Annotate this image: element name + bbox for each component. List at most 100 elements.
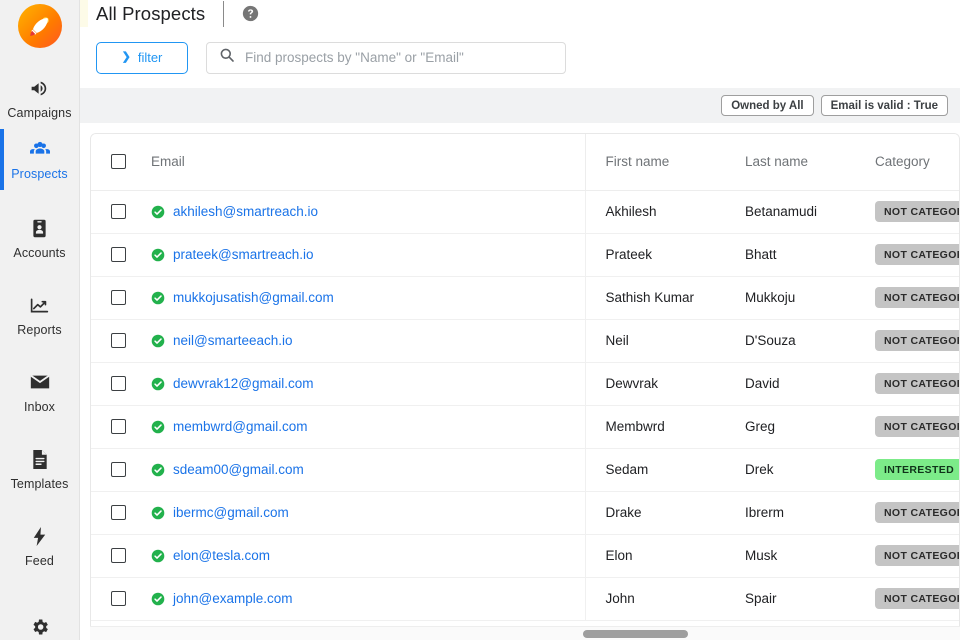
row-checkbox[interactable] [111,333,126,348]
cell-email: elon@tesla.com [149,534,585,578]
cell-category: NOT CATEGORIZED [871,405,959,449]
prospect-email-link[interactable]: neil@smarteeach.io [173,333,293,348]
sidebar-item-label: Reports [17,323,62,337]
prospect-email-link[interactable]: dewvrak12@gmail.com [173,376,314,391]
row-checkbox[interactable] [111,376,126,391]
prospect-email-link[interactable]: akhilesh@smartreach.io [173,204,318,219]
sidebar-item-settings[interactable]: Settings [0,607,79,640]
cell-first-name: Sedam [584,448,741,492]
prospect-email-link[interactable]: sdeam00@gmail.com [173,462,304,477]
sidebar-item-feed[interactable]: Feed [0,516,79,577]
table-row[interactable]: mukkojusatish@gmail.com Sathish Kumar Mukk… [91,276,959,320]
table-horizontal-scrollbar[interactable] [90,626,960,640]
table-row[interactable]: ibermc@gmail.com DrakeIbrermNOT CATEGORIZ… [91,491,959,535]
cell-category: NOT CATEGORIZED [871,190,959,234]
row-checkbox[interactable] [111,462,126,477]
sidebar-item-accounts[interactable]: Accounts [0,208,79,269]
cell-category: NOT CATEGORIZED [871,233,959,277]
row-checkbox[interactable] [111,204,126,219]
column-header-email[interactable]: Email [149,134,585,191]
table-row[interactable]: john@example.com JohnSpairNOT CATEGORIZED [91,577,959,621]
main-content: All Prospects ❯ filter Owned by All Emai… [80,0,960,640]
prospect-email-link[interactable]: prateek@smartreach.io [173,247,314,262]
table-body: akhilesh@smartreach.io Akhilesh Betanamudi… [91,190,959,621]
sidebar-item-label: Accounts [13,246,66,260]
lightning-bolt-icon [29,525,51,547]
cell-email: membwrd@gmail.com [149,405,585,449]
app-logo[interactable] [0,0,79,52]
filter-button[interactable]: ❯ filter [96,41,188,74]
cell-first-name: Elon [584,534,741,578]
cell-last-name: Drek [741,448,871,492]
cell-category: NOT CATEGORIZED [871,276,959,320]
sidebar-item-inbox[interactable]: Inbox [0,362,79,423]
table-row[interactable]: akhilesh@smartreach.io Akhilesh Betanamudi… [91,190,959,234]
column-header-last-name[interactable]: Last name [741,134,871,191]
row-checkbox[interactable] [111,591,126,606]
row-select-cell [91,534,149,578]
verified-check-icon [151,248,165,262]
row-checkbox[interactable] [111,505,126,520]
status-badge: NOT CATEGORIZED [875,244,959,265]
row-checkbox[interactable] [111,548,126,563]
column-header-first-name[interactable]: First name [584,134,741,191]
page-title: All Prospects [96,2,206,24]
help-circle-icon[interactable] [242,5,259,22]
verified-check-icon [151,592,165,606]
filter-chip-email-valid[interactable]: Email is valid : True [820,95,948,116]
row-select-cell [91,577,149,621]
table-row[interactable]: neil@smarteeach.io NeilD'SouzaNOT CATEGOR… [91,319,959,363]
cell-last-name: Greg [741,405,871,449]
rocket-logo [17,4,62,48]
row-checkbox[interactable] [111,419,126,434]
prospect-email-link[interactable]: elon@tesla.com [173,548,270,563]
search-box[interactable] [206,41,566,74]
prospect-email-link[interactable]: john@example.com [173,591,293,606]
verified-check-icon [151,549,165,563]
verified-check-icon [151,463,165,477]
chevron-right-icon: ❯ [121,51,131,63]
column-header-category[interactable]: Category [871,134,959,191]
status-badge: NOT CATEGORIZED [875,502,959,523]
prospect-email-link[interactable]: mukkojusatish@gmail.com [173,290,334,305]
filter-button-label: filter [137,50,163,65]
sidebar-item-prospects[interactable]: Prospects [0,129,79,190]
cell-first-name: Dewvrak [584,362,741,406]
status-badge: NOT CATEGORIZED [875,545,959,566]
sidebar-item-campaigns[interactable]: Campaigns [0,68,79,129]
row-select-cell [91,405,149,449]
status-badge: NOT CATEGORIZED [875,201,959,222]
cell-email: akhilesh@smartreach.io [149,190,585,234]
status-badge: NOT CATEGORIZED [875,588,959,609]
prospect-email-link[interactable]: ibermc@gmail.com [173,505,289,520]
verified-check-icon [151,377,165,391]
table-row[interactable]: prateek@smartreach.io Prateek Bhatt NOT CAT… [91,233,959,277]
prospects-table-area: Email First name Last name Category akhi… [80,123,960,640]
sidebar-item-label: Prospects [11,167,68,181]
sidebar-item-label: Templates [10,477,69,491]
table-row[interactable]: membwrd@gmail.com MembwrdGregNOT CATEGORI… [91,405,959,449]
table-row[interactable]: dewvrak12@gmail.com Dewvrak David NOT CATEG… [91,362,959,406]
document-icon [29,448,51,470]
cell-email: prateek@smartreach.io [149,233,585,277]
prospects-table: Email First name Last name Category akhi… [91,134,959,621]
select-all-checkbox[interactable] [111,154,126,170]
sidebar-item-label: Inbox [23,400,56,414]
cell-first-name: John [584,577,741,621]
cell-first-name: Akhilesh [584,190,741,234]
row-select-cell [91,276,149,320]
cell-category: NOT CATEGORIZED [871,577,959,621]
table-row[interactable]: elon@tesla.com ElonMuskNOT CATEGORIZED [91,534,959,578]
sidebar-item-reports[interactable]: Reports [0,285,79,346]
filter-chip-owned-by[interactable]: Owned by All [721,95,814,116]
sidebar-item-templates[interactable]: Templates [0,439,79,500]
table-row[interactable]: sdeam00@gmail.com Sedam Drek INTERESTED [91,448,959,492]
row-checkbox[interactable] [111,290,126,305]
prospect-email-link[interactable]: membwrd@gmail.com [173,419,307,434]
scrollbar-thumb[interactable] [583,630,688,638]
search-input[interactable] [245,50,553,65]
cell-category: NOT CATEGORIZED [871,319,959,363]
cell-email: neil@smarteeach.io [149,319,585,363]
row-checkbox[interactable] [111,247,126,262]
row-select-cell [91,190,149,234]
